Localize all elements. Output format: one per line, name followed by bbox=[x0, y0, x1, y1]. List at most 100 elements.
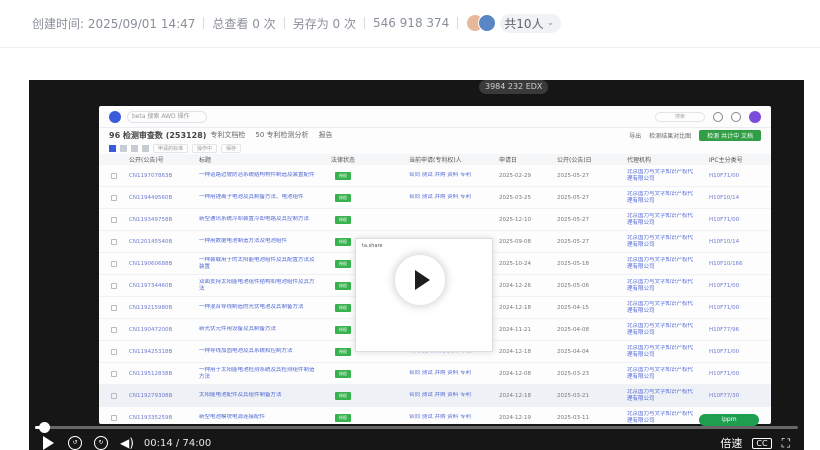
row-applicant: 合同 测试 并购 资料 专利 bbox=[409, 194, 471, 200]
row-ipc-class: H10F10/166 bbox=[709, 260, 743, 267]
row-number: CN119349758B bbox=[129, 216, 173, 223]
chevron-down-icon: ⌄ bbox=[546, 18, 555, 28]
row-checkbox bbox=[111, 414, 117, 421]
progress-bar[interactable] bbox=[35, 422, 798, 433]
meta-separator bbox=[283, 17, 285, 29]
help-icon bbox=[713, 111, 723, 122]
inner-green-button: 检测 共计中 文档 bbox=[699, 129, 761, 141]
screen-badge: 3984 232 EDX bbox=[479, 80, 549, 94]
id-number: 546 918 374 bbox=[372, 16, 450, 30]
row-number: CN119512838B bbox=[129, 370, 173, 377]
inner-popup-title: ta.share bbox=[362, 243, 383, 249]
row-status-tag: 授权 bbox=[335, 171, 351, 180]
row-agency: 北京国力与文字知识产权代理有限公司 bbox=[627, 234, 694, 248]
row-apply-date: 2024-12-18 bbox=[499, 392, 531, 399]
row-status-tag: 授权 bbox=[335, 303, 351, 312]
inner-list-title: 96 检测审查数 (253128) bbox=[109, 130, 207, 140]
view-count: 总查看 0 次 bbox=[212, 16, 276, 31]
row-checkbox bbox=[111, 370, 117, 377]
row-ipc-class: H10F71/00 bbox=[709, 348, 740, 355]
row-apply-date: 2024-12-18 bbox=[499, 304, 531, 311]
inner-chip: 保存 bbox=[221, 143, 242, 153]
row-ipc-class: H10F71/00 bbox=[709, 172, 740, 179]
row-apply-date: 2024-11-21 bbox=[499, 326, 531, 333]
inner-tab-title: beta 搜索 AWD 操作 bbox=[127, 110, 207, 123]
play-icon[interactable] bbox=[43, 436, 54, 450]
row-status-tag: 授权 bbox=[335, 369, 351, 378]
row-checkbox bbox=[111, 194, 117, 201]
play-button[interactable] bbox=[395, 255, 445, 305]
row-agency: 北京国力与文字知识产权代理有限公司 bbox=[627, 168, 694, 182]
row-status-tag: 授权 bbox=[335, 215, 351, 224]
row-title: 一种道路边坡防治系统结构构件制造及装置配件 bbox=[199, 172, 315, 178]
volume-icon[interactable]: ◀) bbox=[120, 436, 134, 450]
header-cell: 公开(公告)日 bbox=[557, 157, 592, 164]
members-label: 共10人 bbox=[504, 16, 544, 31]
row-publish-date: 2025-03-21 bbox=[557, 392, 589, 399]
row-status-tag: 授权 bbox=[335, 259, 351, 268]
row-apply-date: 2024-12-18 bbox=[499, 348, 531, 355]
row-status-tag: 授权 bbox=[335, 325, 351, 334]
row-title: 一种导线加固电池及其系统和控制方法 bbox=[199, 348, 293, 354]
row-checkbox bbox=[111, 326, 117, 333]
created-time: 创建时间: 2025/09/01 14:47 bbox=[32, 16, 196, 31]
time-display: 00:14 / 74:00 bbox=[143, 437, 212, 449]
row-apply-date: 2025-02-29 bbox=[499, 172, 531, 179]
row-title: 一种混合导线制造的光伏电池及其制备方法 bbox=[199, 304, 304, 310]
player-controls: ↺ ↻ ◀) 00:14 / 74:00 倍速 CC ⛶ bbox=[29, 436, 804, 450]
row-agency: 北京国力与文字知识产权代理有限公司 bbox=[627, 300, 694, 314]
header-cell: 当前申请(专利权)人 bbox=[409, 157, 462, 164]
header-cell: 标题 bbox=[199, 157, 212, 164]
table-row: CN119335259B 新型电池模块电源连接配件 授权 合同 测试 并购 资料 专利… bbox=[99, 407, 771, 424]
player-controls-right: 倍速 CC ⛶ bbox=[720, 435, 790, 450]
row-applicant: 合同 测试 并购 资料 专利 bbox=[409, 392, 471, 398]
chart-view-icon bbox=[142, 144, 149, 152]
rewind-icon[interactable]: ↺ bbox=[68, 436, 82, 450]
forward-icon[interactable]: ↻ bbox=[94, 436, 108, 450]
row-agency: 北京国力与文字知识产权代理有限公司 bbox=[627, 190, 694, 204]
fullscreen-icon[interactable]: ⛶ bbox=[782, 436, 790, 450]
speed-button[interactable]: 倍速 bbox=[720, 435, 742, 450]
progress-knob[interactable] bbox=[39, 422, 51, 433]
header-cell: 法律状态 bbox=[331, 157, 356, 164]
row-ipc-class: H10F77/30 bbox=[709, 392, 740, 399]
row-ipc-class: H10F71/00 bbox=[709, 282, 740, 289]
subtitle-button[interactable]: CC bbox=[752, 437, 772, 449]
row-status-tag: 授权 bbox=[335, 281, 351, 290]
bell-icon bbox=[731, 111, 741, 122]
row-ipc-class: H10F71/00 bbox=[709, 304, 740, 311]
row-publish-date: 2025-05-06 bbox=[557, 282, 589, 289]
list-view-icon bbox=[120, 144, 127, 152]
page: 创建时间: 2025/09/01 14:47 总查看 0 次 另存为 0 次 5… bbox=[0, 0, 820, 450]
row-apply-date: 2025-03-25 bbox=[499, 194, 531, 201]
inner-chip: 申请的标准 bbox=[153, 143, 189, 153]
meta-separator bbox=[457, 17, 459, 29]
table-row: CN119349758B 新型通讯系统冷却装置冷却电路及其控制方法 授权 2025-1… bbox=[99, 209, 771, 231]
member-avatars[interactable] bbox=[466, 14, 497, 32]
row-agency: 北京国力与文字知识产权代理有限公司 bbox=[627, 410, 694, 424]
row-checkbox bbox=[111, 260, 117, 267]
row-agency: 北京国力与文字知识产权代理有限公司 bbox=[627, 366, 694, 380]
row-apply-date: 2024-12-19 bbox=[499, 414, 531, 421]
header-cell: IPC主分类号 bbox=[709, 157, 743, 164]
header-cell: 代理机构 bbox=[627, 157, 652, 164]
header-cell: 申请日 bbox=[499, 157, 518, 164]
row-ipc-class: H10F10/14 bbox=[709, 238, 740, 245]
video-player[interactable]: 3984 232 EDX beta 搜索 AWD 操作 搜索 96 检测审查数 … bbox=[29, 80, 804, 450]
row-number: CN119707863B bbox=[129, 172, 173, 179]
members-dropdown[interactable]: 共10人 ⌄ bbox=[500, 13, 562, 33]
user-avatar bbox=[749, 110, 761, 123]
row-checkbox bbox=[111, 392, 117, 399]
row-number: CN119215980B bbox=[129, 304, 173, 311]
row-agency: 北京国力与文字知识产权代理有限公司 bbox=[627, 322, 694, 336]
row-publish-date: 2025-05-27 bbox=[557, 238, 589, 245]
inner-tool-1: 专利文档检 bbox=[210, 131, 246, 139]
row-number: CN119060688B bbox=[129, 260, 173, 267]
row-checkbox bbox=[111, 348, 117, 355]
row-number: CN119734460B bbox=[129, 282, 173, 289]
save-count: 另存为 0 次 bbox=[292, 16, 356, 31]
row-checkbox bbox=[111, 238, 117, 245]
row-agency: 北京国力与文字知识产权代理有限公司 bbox=[627, 388, 694, 402]
row-apply-date: 2024-12-08 bbox=[499, 370, 531, 377]
row-apply-date: 2025-12-10 bbox=[499, 216, 531, 223]
